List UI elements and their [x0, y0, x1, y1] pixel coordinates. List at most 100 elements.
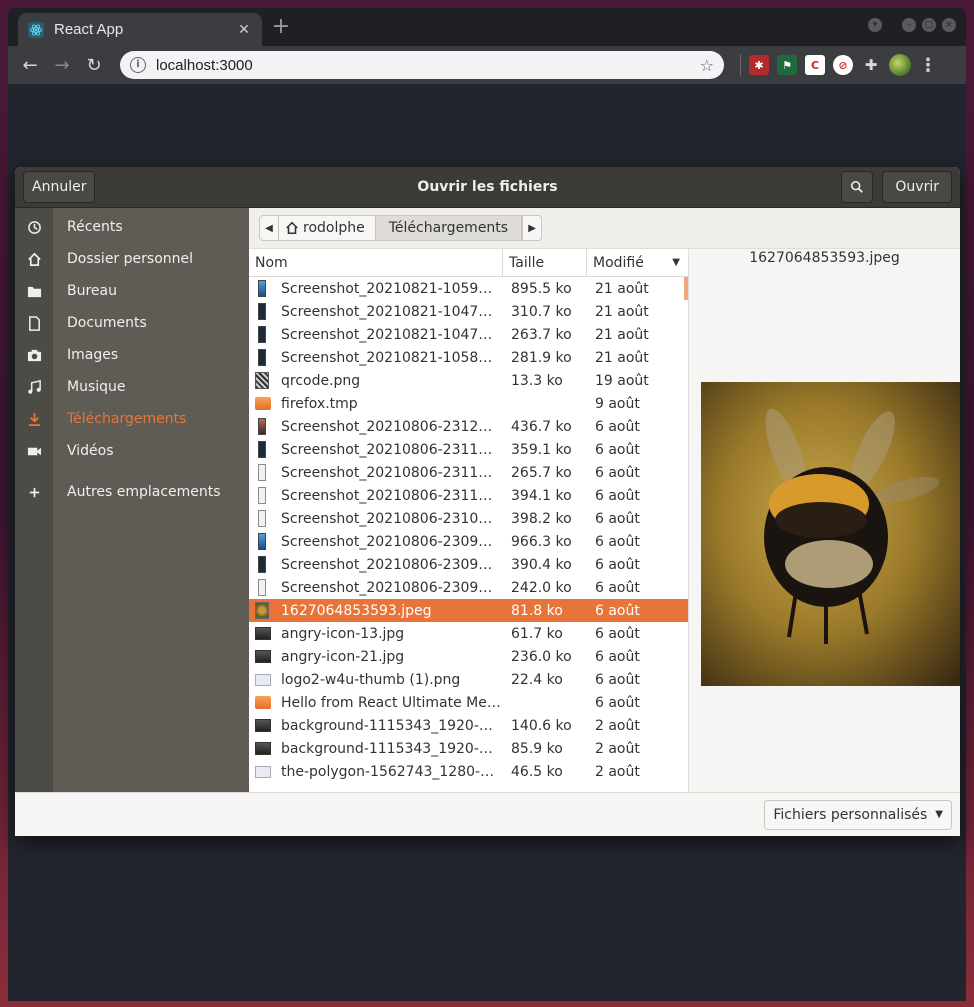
- maximize-icon[interactable]: □: [922, 18, 936, 32]
- sidebar-item-bureau[interactable]: Bureau: [15, 275, 249, 307]
- sidebar-item-dossier-personnel[interactable]: Dossier personnel: [15, 243, 249, 275]
- file-modified: 9 août: [595, 395, 640, 412]
- path-segment-home[interactable]: rodolphe: [279, 215, 376, 241]
- file-phone-red-icon: [258, 418, 266, 435]
- clock-icon: [15, 220, 53, 235]
- site-info-icon[interactable]: i: [130, 57, 146, 73]
- file-modified: 6 août: [595, 487, 640, 504]
- file-name: Screenshot_20210806-230941_…: [281, 556, 501, 573]
- file-size: 390.4 ko: [511, 556, 572, 573]
- file-list[interactable]: Nom Taille Modifié ▼ Screenshot_20210821…: [249, 249, 689, 792]
- file-size: 85.9 ko: [511, 740, 563, 757]
- file-row[interactable]: background-1115343_1920-19… 140.6 ko 2 aoû…: [249, 714, 688, 737]
- home-icon: [15, 252, 53, 267]
- column-name-header[interactable]: Nom: [249, 249, 503, 276]
- sidebar-item-autres-emplacements[interactable]: Autres emplacements: [15, 476, 249, 508]
- file-row[interactable]: Screenshot_20210821-104746_… 263.7 ko 21 a…: [249, 323, 688, 346]
- file-modified: 6 août: [595, 556, 640, 573]
- sidebar-item-musique[interactable]: Musique: [15, 371, 249, 403]
- column-modified-header[interactable]: Modifié ▼: [587, 249, 688, 276]
- tab-close-icon[interactable]: ✕: [236, 22, 252, 38]
- file-row[interactable]: Hello from React Ultimate Me… 6 août: [249, 691, 688, 714]
- extension-block-icon[interactable]: ⊘: [833, 55, 853, 75]
- browser-menu-icon[interactable]: ⋮: [919, 55, 937, 76]
- file-row[interactable]: Screenshot_20210806-230956_… 966.3 ko 6 ao…: [249, 530, 688, 553]
- cancel-button[interactable]: Annuler: [23, 171, 96, 203]
- new-tab-button[interactable]: +: [270, 16, 292, 38]
- file-dark-icon: [255, 719, 271, 732]
- file-row[interactable]: Screenshot_20210806-230934_… 242.0 ko 6 ao…: [249, 576, 688, 599]
- file-browser-main: ◀ rodolphe Téléchargements ▶ Nom Taille …: [249, 208, 960, 792]
- file-row[interactable]: the-polygon-1562743_1280-12… 46.5 ko 2 aoû…: [249, 760, 688, 783]
- file-row[interactable]: Screenshot_20210821-104726_… 310.7 ko 21 a…: [249, 300, 688, 323]
- tab-search-icon[interactable]: ▾: [868, 18, 882, 32]
- sidebar-item-t-l-chargements[interactable]: Téléchargements: [15, 403, 249, 435]
- file-row[interactable]: Screenshot_20210806-231221_… 436.7 ko 6 ao…: [249, 415, 688, 438]
- back-icon[interactable]: ←: [16, 51, 44, 79]
- search-button[interactable]: [841, 171, 874, 203]
- path-back-icon[interactable]: ◀: [259, 215, 279, 241]
- column-headers: Nom Taille Modifié ▼: [249, 249, 688, 277]
- camera-icon: [15, 348, 53, 363]
- file-row[interactable]: logo2-w4u-thumb (1).png 22.4 ko 6 août: [249, 668, 688, 691]
- file-modified: 19 août: [595, 372, 649, 389]
- browser-tab[interactable]: React App ✕: [18, 13, 262, 46]
- file-row[interactable]: angry-icon-21.jpg 236.0 ko 6 août: [249, 645, 688, 668]
- file-row[interactable]: Screenshot_20210806-230941_… 390.4 ko 6 ao…: [249, 553, 688, 576]
- reload-icon[interactable]: ↻: [80, 51, 108, 79]
- file-row[interactable]: background-1115343_1920-15… 85.9 ko 2 août: [249, 737, 688, 760]
- profile-avatar[interactable]: [889, 54, 911, 76]
- file-row[interactable]: qrcode.png 13.3 ko 19 août: [249, 369, 688, 392]
- file-row[interactable]: Screenshot_20210821-105923_… 895.5 ko 21 a…: [249, 277, 688, 300]
- bookmark-star-icon[interactable]: ☆: [700, 56, 714, 75]
- file-name: angry-icon-21.jpg: [281, 648, 405, 665]
- file-row[interactable]: Screenshot_20210806-231112_… 394.1 ko 6 ao…: [249, 484, 688, 507]
- file-row[interactable]: firefox.tmp 9 août: [249, 392, 688, 415]
- scrollbar-indicator[interactable]: [684, 277, 688, 300]
- file-row[interactable]: angry-icon-13.jpg 61.7 ko 6 août: [249, 622, 688, 645]
- sidebar-item-vid-os[interactable]: Vidéos: [15, 435, 249, 467]
- file-img-icon: [255, 602, 269, 619]
- file-size: 966.3 ko: [511, 533, 572, 550]
- column-size-header[interactable]: Taille: [503, 249, 587, 276]
- sidebar-item-r-cents[interactable]: Récents: [15, 211, 249, 243]
- file-size: 398.2 ko: [511, 510, 572, 527]
- dialog-title: Ouvrir les fichiers: [417, 179, 558, 195]
- file-folder-icon: [255, 696, 271, 709]
- sidebar-item-images[interactable]: Images: [15, 339, 249, 371]
- file-light-icon: [258, 464, 266, 481]
- path-forward-icon[interactable]: ▶: [522, 215, 543, 241]
- file-row[interactable]: Screenshot_20210806-231129_… 265.7 ko 6 ao…: [249, 461, 688, 484]
- file-size: 895.5 ko: [511, 280, 572, 297]
- file-name: background-1115343_1920-19…: [281, 717, 501, 734]
- toolbar-separator: [740, 54, 741, 76]
- extension-red-icon[interactable]: ✱: [749, 55, 769, 75]
- file-row[interactable]: 1627064853593.jpeg 81.8 ko 6 août: [249, 599, 688, 622]
- file-folder-icon: [255, 397, 271, 410]
- dialog-headerbar: Annuler Ouvrir les fichiers Ouvrir: [15, 167, 960, 208]
- path-segment-current[interactable]: Téléchargements: [375, 215, 523, 241]
- extensions-puzzle-icon[interactable]: ✚: [861, 55, 881, 75]
- file-filter-dropdown[interactable]: Fichiers personnalisés ▼: [764, 799, 952, 830]
- window-close-icon[interactable]: ×: [942, 18, 956, 32]
- minimize-icon[interactable]: –: [902, 18, 916, 32]
- extension-flag-icon[interactable]: ⚑: [777, 55, 797, 75]
- sidebar-item-documents[interactable]: Documents: [15, 307, 249, 339]
- file-name: 1627064853593.jpeg: [281, 602, 432, 619]
- file-size: 236.0 ko: [511, 648, 572, 665]
- file-row[interactable]: Screenshot_20210806-231005_… 398.2 ko 6 ao…: [249, 507, 688, 530]
- file-name: Hello from React Ultimate Me…: [281, 694, 501, 711]
- file-name: Screenshot_20210821-104726_…: [281, 303, 501, 320]
- file-phone-blue-icon: [258, 280, 266, 297]
- address-bar[interactable]: i localhost:3000 ☆: [120, 51, 724, 79]
- file-row[interactable]: Screenshot_20210821-105857_… 281.9 ko 21 a…: [249, 346, 688, 369]
- file-size: 436.7 ko: [511, 418, 572, 435]
- extension-c-icon[interactable]: C: [805, 55, 825, 75]
- music-icon: [15, 379, 53, 395]
- file-row[interactable]: Screenshot_20210806-231137_… 359.1 ko 6 ao…: [249, 438, 688, 461]
- open-button[interactable]: Ouvrir: [882, 171, 952, 203]
- forward-icon[interactable]: →: [48, 51, 76, 79]
- preview-image-bumblebee: [701, 382, 960, 686]
- react-logo-icon: [28, 21, 44, 38]
- file-modified: 21 août: [595, 303, 649, 320]
